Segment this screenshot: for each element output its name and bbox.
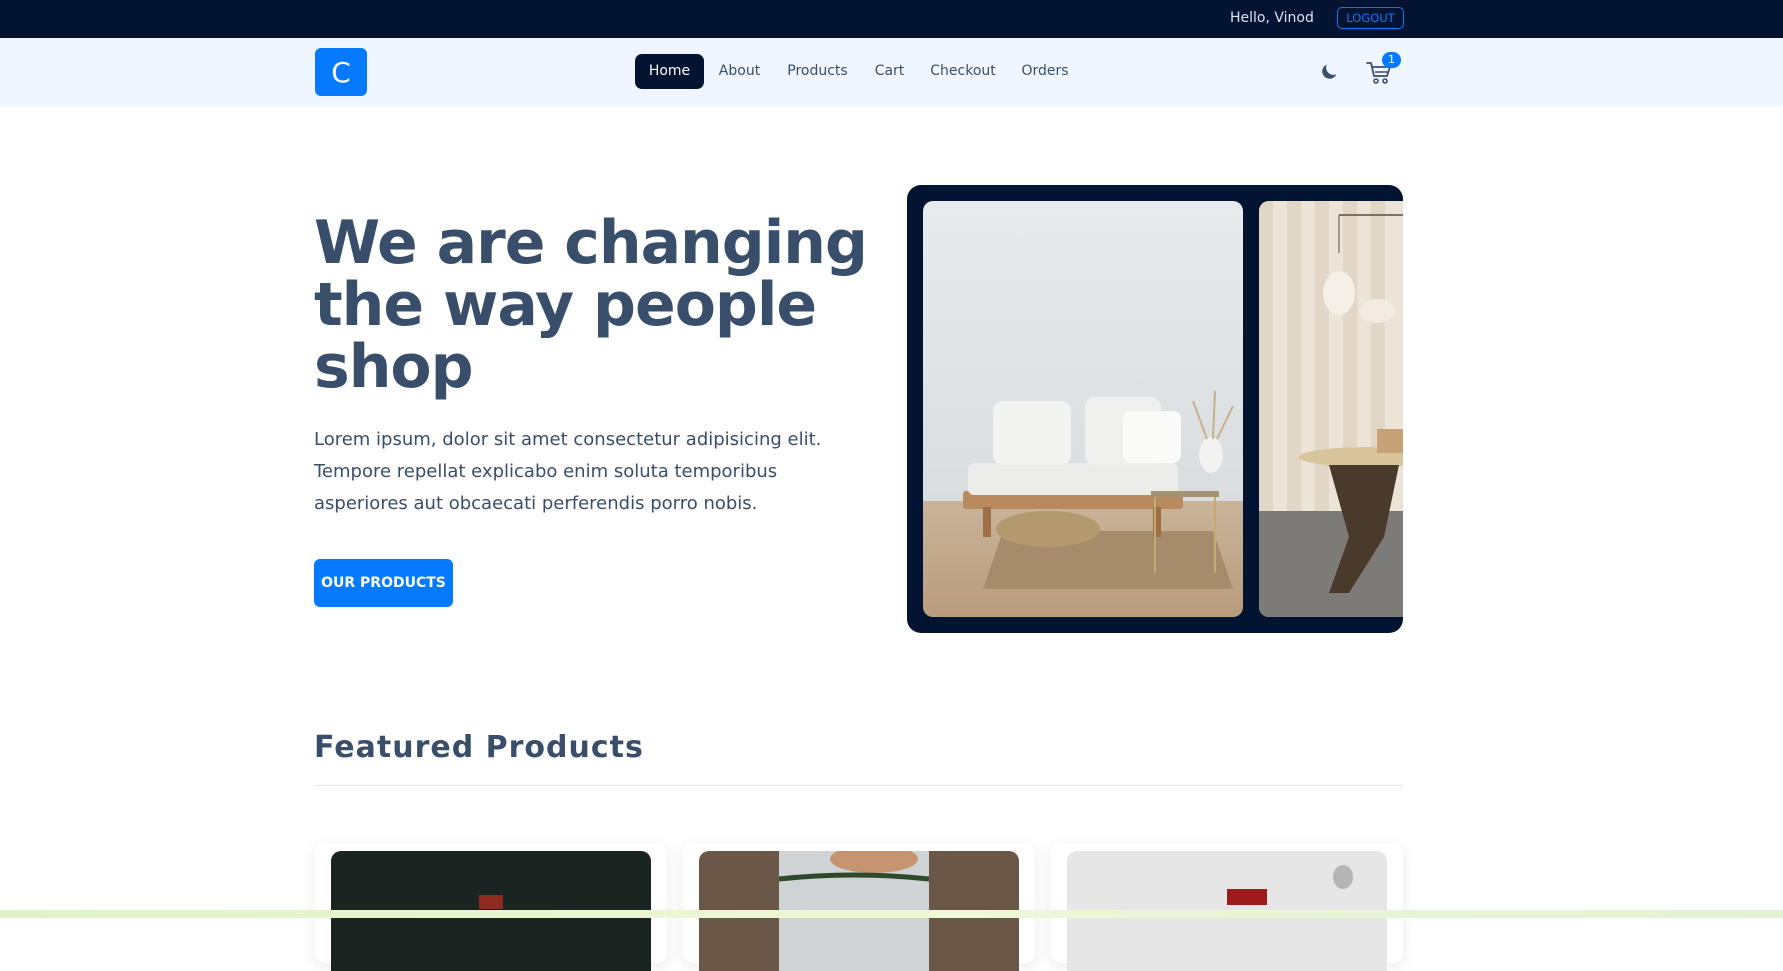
hero-description: Lorem ipsum, dolor sit amet consectetur … xyxy=(314,429,822,514)
nav-home[interactable]: Home xyxy=(635,54,704,89)
product-card[interactable] xyxy=(1051,843,1403,971)
cart-count-badge: 1 xyxy=(1382,52,1401,68)
nav-orders[interactable]: Orders xyxy=(1014,54,1076,89)
moon-icon[interactable] xyxy=(1318,61,1340,83)
table-room-image xyxy=(1259,201,1403,617)
nav-products[interactable]: Products xyxy=(782,54,853,89)
logout-button[interactable]: LOGOUT xyxy=(1337,7,1404,29)
hero-carousel[interactable] xyxy=(907,185,1403,633)
nav-about[interactable]: About xyxy=(709,54,770,89)
hero-title: We are changing the way people shop xyxy=(314,208,868,402)
sofa-room-image xyxy=(923,201,1243,617)
featured-products-title: Featured Products xyxy=(314,730,644,765)
user-greeting: Hello, Vinod xyxy=(1230,10,1314,26)
nav-cart[interactable]: Cart xyxy=(866,54,913,89)
carousel-slide-table xyxy=(1259,201,1403,617)
top-bar: Hello, Vinod LOGOUT xyxy=(0,0,1783,38)
our-products-button[interactable]: OUR PRODUCTS xyxy=(314,559,453,607)
product-card[interactable] xyxy=(315,843,667,971)
logo[interactable]: C xyxy=(315,48,367,96)
product-card[interactable] xyxy=(683,843,1035,971)
section-divider xyxy=(314,785,1403,786)
main-navbar: C Home About Products Cart Checkout Orde… xyxy=(0,38,1783,106)
carousel-slide-sofa xyxy=(923,201,1243,617)
nav-checkout[interactable]: Checkout xyxy=(927,54,999,89)
bottom-strip xyxy=(0,910,1783,918)
